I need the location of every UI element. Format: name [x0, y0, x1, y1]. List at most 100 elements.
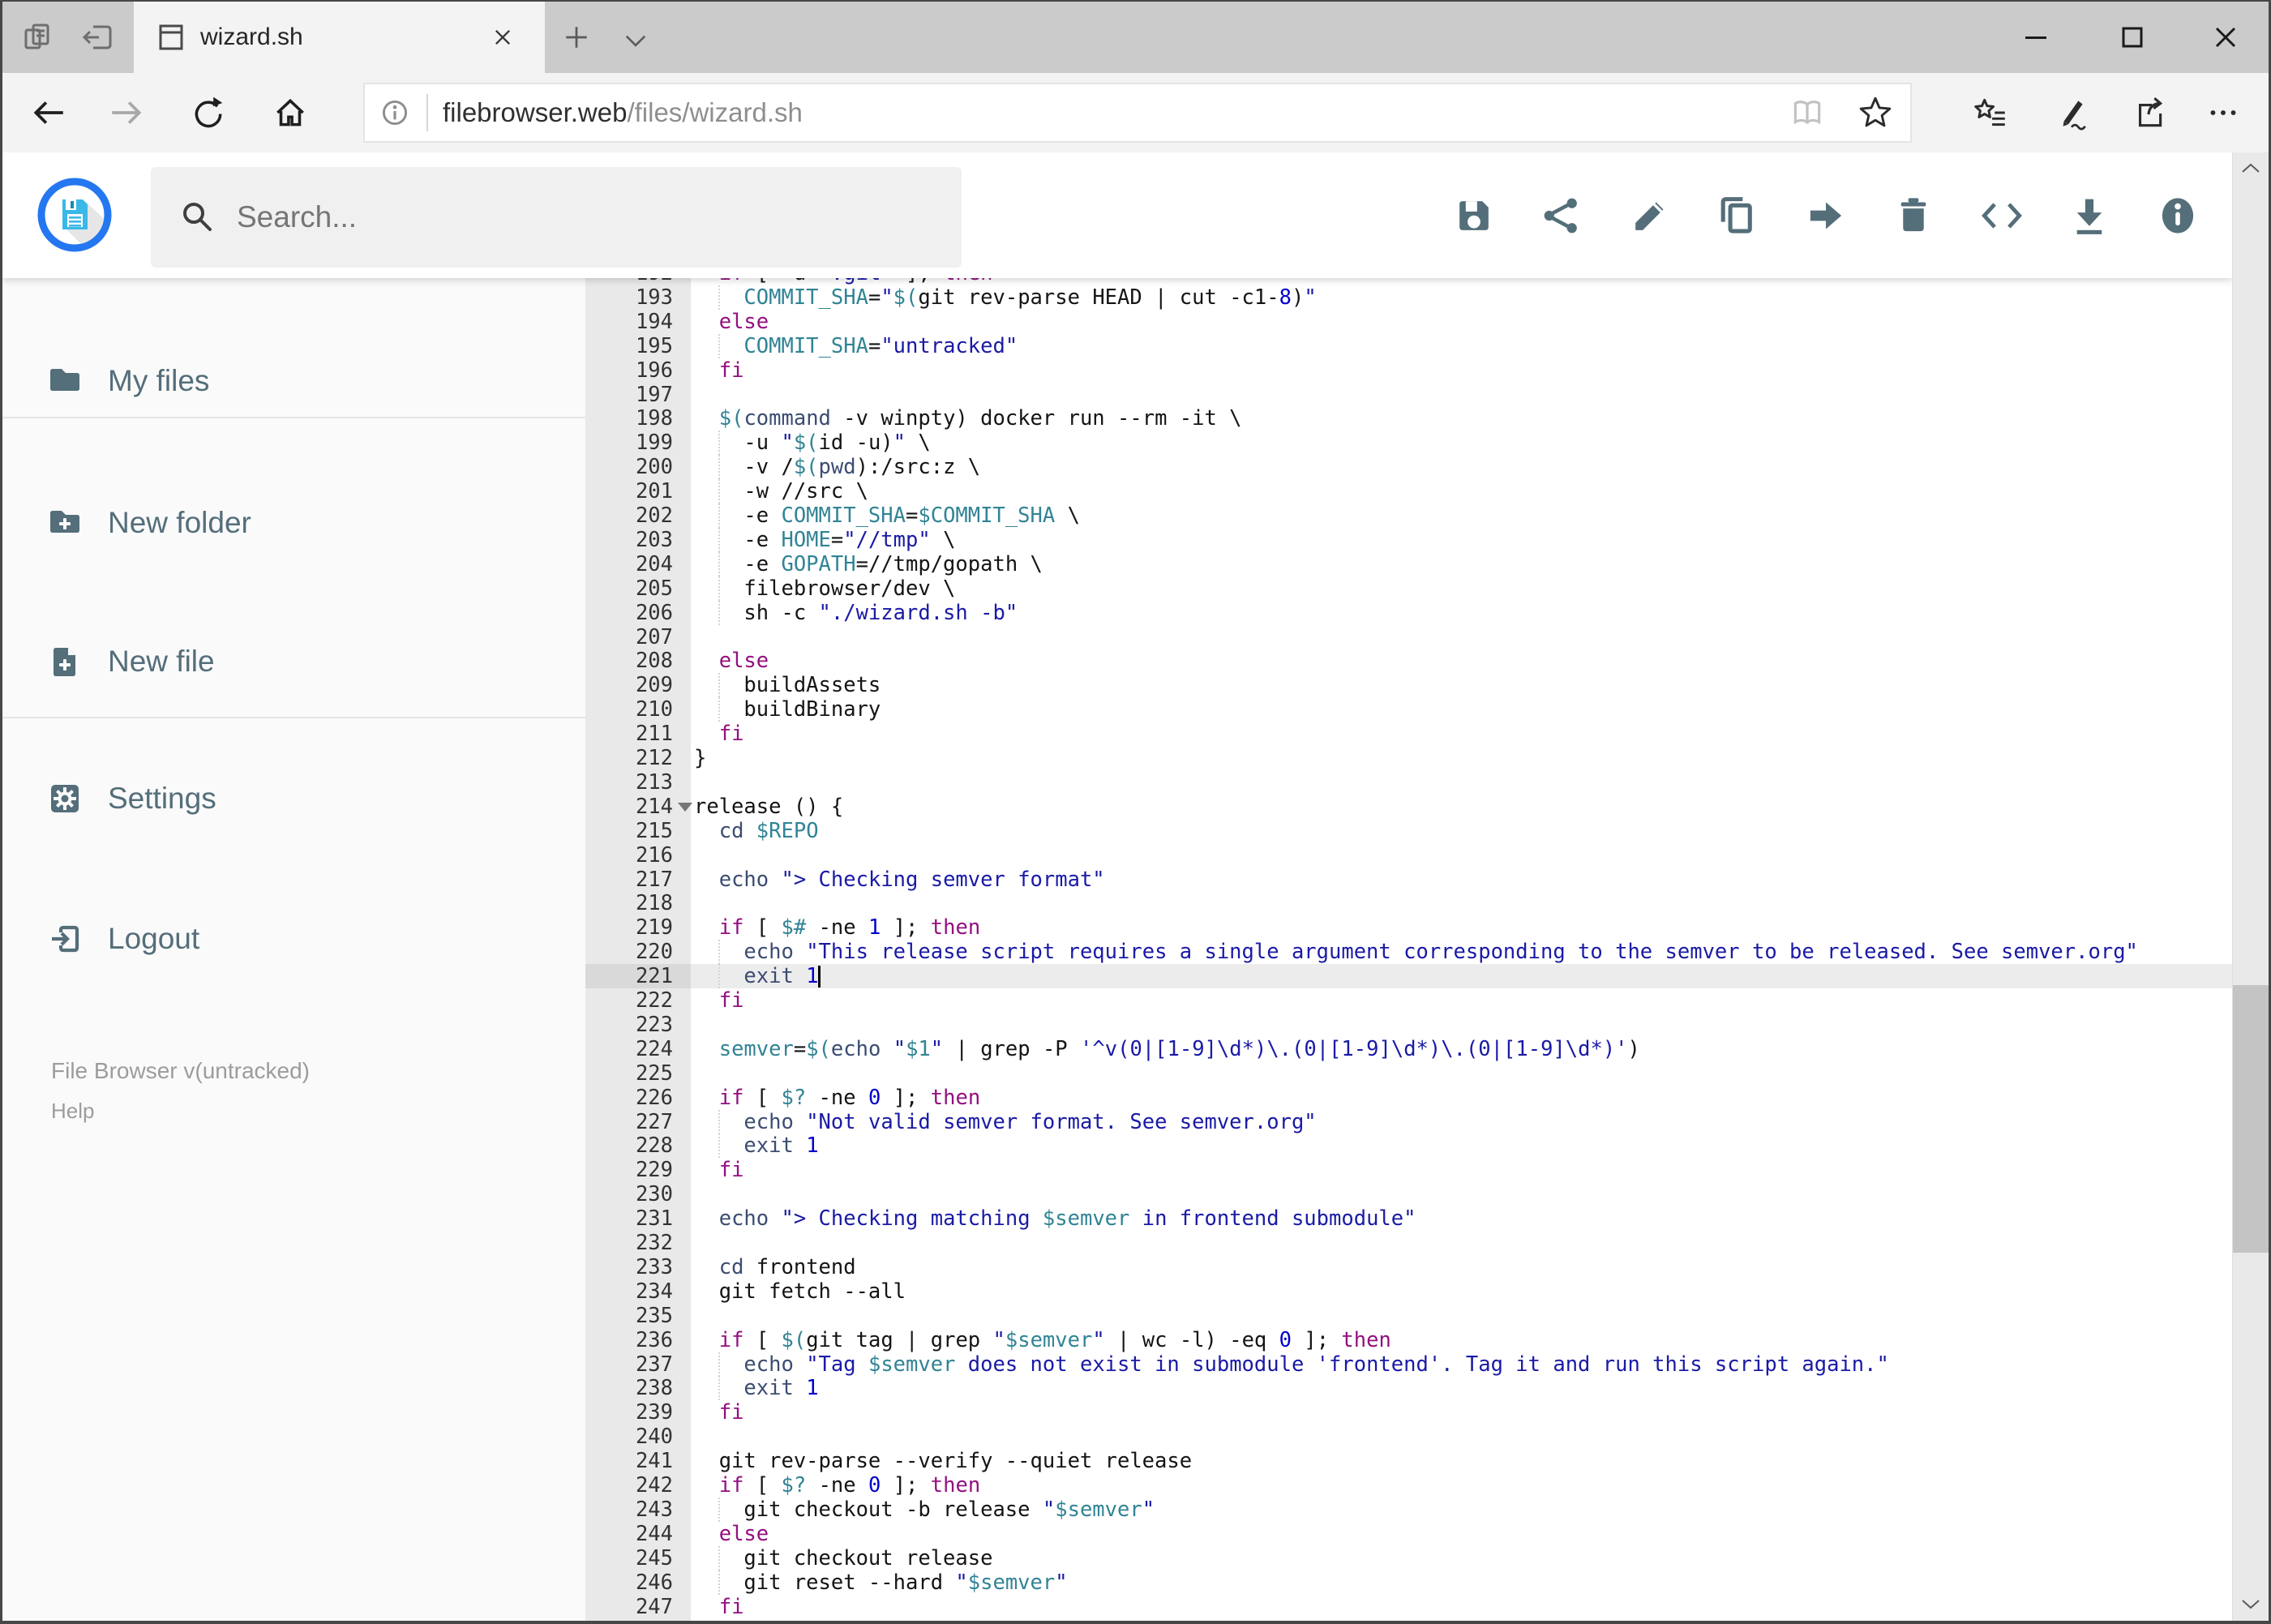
download-button[interactable] [2067, 193, 2112, 238]
sidebar-item-my-files[interactable]: My files [2, 344, 585, 418]
code-line[interactable]: else [691, 649, 2232, 673]
code-line[interactable]: -v /$(pwd):/src:z \ [691, 455, 2232, 479]
vertical-scrollbar[interactable] [2232, 152, 2269, 1621]
code-line[interactable]: git checkout -b release "$semver" [691, 1498, 2232, 1522]
code-line[interactable] [691, 625, 2232, 649]
code-line[interactable]: semver=$(echo "$1" | grep -P '^v(0|[1-9]… [691, 1037, 2232, 1061]
code-line[interactable]: } [691, 746, 2232, 770]
code-line[interactable] [691, 770, 2232, 795]
code-line[interactable]: git checkout release [691, 1546, 2232, 1570]
code-line[interactable]: echo "Tag $semver does not exist in subm… [691, 1352, 2232, 1377]
back-icon[interactable] [30, 94, 67, 131]
delete-button[interactable] [1891, 193, 1936, 238]
code-line[interactable]: if [ $# -ne 1 ]; then [691, 915, 2232, 940]
close-window-button[interactable] [2208, 19, 2243, 55]
code-line[interactable]: buildBinary [691, 697, 2232, 722]
refresh-icon[interactable] [189, 94, 226, 131]
code-line[interactable] [691, 843, 2232, 868]
web-note-pen-icon[interactable] [2053, 94, 2090, 131]
code-line[interactable]: exit 1 [691, 964, 2232, 988]
code-line[interactable] [691, 1425, 2232, 1449]
tab-close-icon[interactable] [488, 23, 517, 52]
sidebar-item-logout[interactable]: Logout [2, 902, 585, 976]
set-tabs-aside-icon[interactable] [80, 19, 116, 55]
code-line[interactable]: echo "This release script requires a sin… [691, 940, 2232, 964]
code-line[interactable]: fi [691, 722, 2232, 746]
code-line[interactable]: cd frontend [691, 1255, 2232, 1279]
move-button[interactable] [1803, 193, 1849, 238]
code-line[interactable]: fi [691, 988, 2232, 1013]
code-line[interactable]: sh -c "./wizard.sh -b" [691, 601, 2232, 625]
site-info-icon[interactable] [376, 94, 413, 131]
code-line[interactable]: else [691, 310, 2232, 334]
tab-list-chevron-icon[interactable] [620, 24, 656, 60]
help-link[interactable]: Help [51, 1099, 94, 1124]
info-button[interactable] [2155, 193, 2200, 238]
code-line[interactable]: git reset --hard "$semver" [691, 1570, 2232, 1595]
code-line[interactable]: echo "> Checking matching $semver in fro… [691, 1206, 2232, 1231]
browser-tab[interactable]: wizard.sh [134, 2, 545, 73]
code-line[interactable]: fi [691, 358, 2232, 383]
code-line[interactable]: exit 1 [691, 1376, 2232, 1400]
scrollbar-thumb[interactable] [2233, 985, 2269, 1253]
code-line[interactable]: if [ $? -ne 0 ]; then [691, 1473, 2232, 1498]
share-button[interactable] [1539, 193, 1584, 238]
code-editor[interactable]: 192 if [ -d ".git" ]; then 193 COMMIT_SHA… [585, 278, 2232, 1621]
code-line[interactable]: -u "$(id -u)" \ [691, 431, 2232, 455]
search-placeholder: Search... [237, 200, 358, 234]
code-line[interactable]: if [ -d ".git" ]; then [691, 278, 2232, 285]
code-line[interactable] [691, 1231, 2232, 1255]
code-line[interactable]: git fetch --all [691, 1279, 2232, 1304]
url-field[interactable]: filebrowser.web/files/wizard.sh [363, 83, 1912, 143]
code-line[interactable]: if [ $? -ne 0 ]; then [691, 1086, 2232, 1110]
scroll-up-icon[interactable] [2239, 157, 2262, 180]
code-line[interactable]: COMMIT_SHA="$(git rev-parse HEAD | cut -… [691, 285, 2232, 310]
code-line[interactable]: buildAssets [691, 673, 2232, 697]
code-line[interactable]: exit 1 [691, 1133, 2232, 1158]
raw-code-button[interactable] [1979, 193, 2025, 238]
code-line[interactable]: else [691, 1522, 2232, 1546]
code-line[interactable]: echo "Not valid semver format. See semve… [691, 1110, 2232, 1134]
code-line[interactable]: $(command -v winpty) docker run --rm -it… [691, 406, 2232, 431]
code-line[interactable]: release () { [691, 795, 2232, 819]
tab-preview-icon[interactable] [20, 19, 56, 55]
code-line[interactable] [691, 383, 2232, 407]
new-tab-button[interactable] [560, 21, 596, 57]
favorite-star-icon[interactable] [1857, 94, 1894, 131]
copy-button[interactable] [1715, 193, 1760, 238]
rename-button[interactable] [1627, 193, 1673, 238]
code-line[interactable]: cd $REPO [691, 819, 2232, 843]
code-line[interactable] [691, 1061, 2232, 1086]
maximize-button[interactable] [2115, 19, 2150, 55]
code-line[interactable] [691, 1013, 2232, 1037]
sidebar-item-new-file[interactable]: New file [2, 624, 585, 699]
sidebar-item-new-folder[interactable]: New folder [2, 486, 585, 560]
share-page-icon[interactable] [2130, 94, 2167, 131]
minimize-button[interactable] [2018, 19, 2054, 55]
code-line[interactable]: filebrowser/dev \ [691, 576, 2232, 601]
code-line[interactable]: -w //src \ [691, 479, 2232, 503]
scroll-down-icon[interactable] [2239, 1592, 2262, 1615]
home-icon[interactable] [272, 94, 309, 131]
code-line[interactable]: fi [691, 1400, 2232, 1425]
reading-view-icon[interactable] [1789, 94, 1826, 131]
code-line[interactable]: fi [691, 1158, 2232, 1182]
code-line[interactable]: git rev-parse --verify --quiet release [691, 1449, 2232, 1473]
code-line[interactable] [691, 1182, 2232, 1206]
code-line[interactable]: -e HOME="//tmp" \ [691, 528, 2232, 552]
code-line[interactable]: echo "> Checking semver format" [691, 868, 2232, 892]
code-line[interactable]: if [ $(git tag | grep "$semver" | wc -l)… [691, 1328, 2232, 1352]
code-line[interactable] [691, 1304, 2232, 1328]
more-options-icon[interactable] [2205, 94, 2242, 131]
save-button[interactable] [1451, 193, 1497, 238]
code-line[interactable]: COMMIT_SHA="untracked" [691, 334, 2232, 358]
hub-favorites-icon[interactable] [1972, 94, 2009, 131]
forward-icon[interactable] [108, 94, 145, 131]
code-line[interactable] [691, 891, 2232, 915]
code-line[interactable]: -e COMMIT_SHA=$COMMIT_SHA \ [691, 503, 2232, 528]
sidebar-item-settings[interactable]: Settings [2, 761, 585, 836]
filebrowser-logo[interactable] [36, 176, 114, 254]
code-line[interactable]: fi [691, 1595, 2232, 1619]
search-input[interactable]: Search... [151, 167, 962, 268]
code-line[interactable]: -e GOPATH=//tmp/gopath \ [691, 552, 2232, 576]
